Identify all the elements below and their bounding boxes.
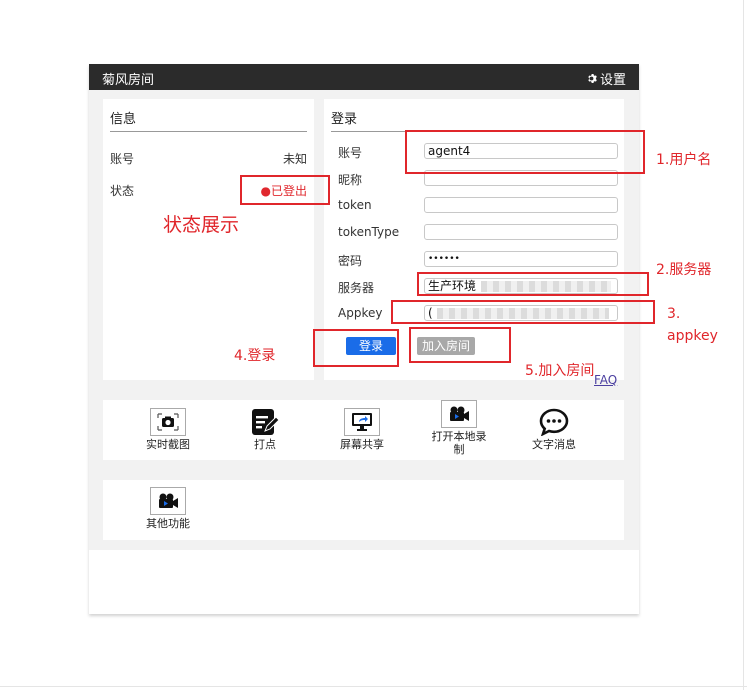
screenshot-button[interactable]: 实时截图 — [133, 408, 203, 451]
annotation-label: appkey — [667, 328, 718, 344]
annotation-box-login — [313, 329, 399, 367]
settings-button[interactable]: 设置 — [586, 69, 626, 88]
text-message-button[interactable]: 文字消息 — [519, 408, 589, 451]
divider — [110, 131, 307, 132]
other-functions-button[interactable]: 其他功能 — [133, 487, 203, 530]
token-type-form-row: tokenType — [338, 224, 618, 240]
window-title: 菊风房间 — [102, 73, 155, 88]
gear-icon — [588, 73, 597, 84]
login-title: 登录 — [331, 112, 358, 127]
status-label: 状态 — [110, 184, 135, 198]
title-bar: 菊风房间 设置 — [89, 64, 639, 90]
annotation-label: 状态展示 — [163, 214, 240, 236]
settings-label: 设置 — [599, 73, 626, 88]
edit-note-icon — [247, 408, 283, 436]
annotation-label: 2.服务器 — [656, 262, 712, 278]
appkey-field-label: Appkey — [338, 306, 383, 320]
local-record-button[interactable]: 打开本地录 制 — [419, 400, 499, 456]
server-field-label: 服务器 — [338, 281, 375, 295]
token-type-field-label: tokenType — [338, 225, 400, 239]
screen-share-button[interactable]: 屏幕共享 — [327, 408, 397, 451]
toolbar-item-label: 实时截图 — [146, 438, 190, 451]
password-form-row: 密码 •••••• — [338, 251, 618, 268]
nickname-field-label: 昵称 — [338, 173, 363, 187]
toolbar-item-label: 其他功能 — [146, 517, 190, 530]
annotation-box-username — [405, 130, 645, 174]
page-edge — [743, 0, 744, 690]
video-record-icon — [441, 400, 477, 428]
chat-bubble-icon — [536, 408, 572, 436]
account-label: 账号 — [110, 152, 135, 166]
annotation-box-appkey — [391, 300, 655, 324]
token-form-row: token — [338, 197, 618, 213]
token-input[interactable] — [424, 197, 618, 213]
annotation-box-join — [409, 327, 511, 363]
toolbar-item-label: 文字消息 — [532, 438, 576, 451]
annotation-label: 3. — [667, 306, 681, 322]
password-input[interactable]: •••••• — [424, 251, 618, 267]
annotation-box-status — [240, 175, 330, 205]
camera-icon — [150, 408, 186, 436]
faq-link[interactable]: FAQ — [594, 373, 617, 387]
toolbar-item-label: 屏幕共享 — [340, 438, 384, 451]
annotation-label: 1.用户名 — [656, 152, 712, 168]
toolbar-item-label: 打点 — [254, 438, 276, 451]
toolbar: 实时截图 打点 屏幕共享 打开本地录 制 文字消息 — [103, 400, 624, 460]
account-field-label: 账号 — [338, 146, 363, 160]
info-panel: 信息 账号 未知 状态 ●已登出 — [103, 99, 314, 380]
other-toolbar: 其他功能 — [103, 480, 624, 540]
video-record-icon — [150, 487, 186, 515]
info-title: 信息 — [110, 112, 137, 127]
account-value: 未知 — [282, 152, 307, 166]
annotation-box-server — [417, 272, 649, 296]
token-field-label: token — [338, 198, 372, 212]
mark-button[interactable]: 打点 — [230, 408, 300, 451]
screen-share-icon — [344, 408, 380, 436]
page-edge — [0, 686, 747, 687]
toolbar-item-label: 打开本地录 制 — [431, 430, 487, 456]
annotation-label: 4.登录 — [234, 348, 276, 364]
token-type-input[interactable] — [424, 224, 618, 240]
annotation-label: 5.加入房间 — [525, 363, 595, 379]
password-field-label: 密码 — [338, 254, 363, 268]
